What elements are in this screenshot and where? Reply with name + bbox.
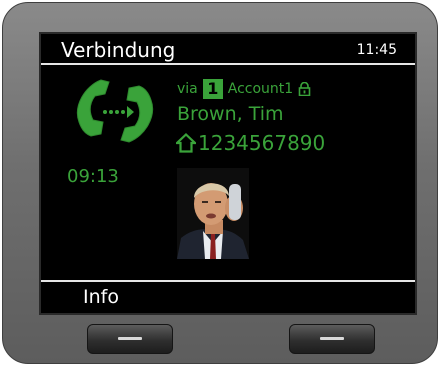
via-account-row: via 1 Account1	[177, 79, 311, 99]
dash-icon	[118, 337, 142, 340]
account-number-badge: 1	[202, 79, 223, 99]
softkey-info-label[interactable]: Info	[83, 286, 119, 308]
right-softkey-button[interactable]	[289, 324, 375, 354]
call-duration: 09:13	[67, 166, 119, 187]
page-title: Verbindung	[61, 38, 176, 62]
left-softkey-button[interactable]	[87, 324, 173, 354]
handset-arrow-icon	[77, 79, 153, 143]
home-icon	[176, 133, 196, 153]
account-name: Account1	[227, 81, 294, 97]
phone-number: 1234567890	[198, 131, 326, 155]
caller-photo	[177, 168, 249, 259]
via-label: via	[177, 81, 198, 97]
caller-name: Brown, Tim	[177, 103, 284, 125]
dash-icon	[320, 337, 344, 340]
display-screen: Verbindung 11:45 09:13 via 1 Account1 Br…	[39, 32, 417, 315]
phone-number-row: 1234567890	[176, 131, 325, 155]
softkey-divider	[41, 280, 415, 282]
header-divider	[41, 63, 415, 65]
phone-device: Verbindung 11:45 09:13 via 1 Account1 Br…	[2, 2, 438, 364]
lock-icon	[298, 82, 311, 96]
clock: 11:45	[356, 42, 397, 58]
